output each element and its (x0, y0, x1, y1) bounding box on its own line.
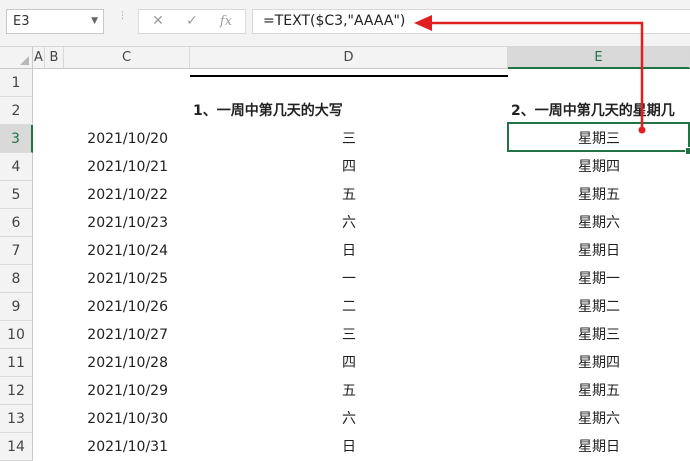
enter-icon[interactable]: ✓ (177, 10, 207, 33)
cell-e10[interactable]: 星期三 (508, 321, 690, 349)
spreadsheet-grid: A B C D E 1 2 1、一周中第几天的大写 2、一周中第几天的星期几 3 2021/10/2… (0, 47, 690, 461)
cell-e1[interactable] (508, 69, 690, 97)
row-header-11[interactable]: 11 (0, 349, 33, 377)
column-header-c[interactable]: C (64, 47, 190, 69)
cell-c12[interactable]: 2021/10/29 (64, 377, 190, 405)
cell-e6[interactable]: 星期六 (508, 209, 690, 237)
cell-e14[interactable]: 星期日 (508, 433, 690, 461)
row-header-4[interactable]: 4 (0, 153, 33, 181)
cell-c14[interactable]: 2021/10/31 (64, 433, 190, 461)
cell-d5[interactable]: 五 (190, 181, 508, 209)
cell-c13[interactable]: 2021/10/30 (64, 405, 190, 433)
row-header-6[interactable]: 6 (0, 209, 33, 237)
cell-c10[interactable]: 2021/10/27 (64, 321, 190, 349)
formula-input[interactable]: =TEXT($C3,"AAAA") (252, 9, 690, 34)
column-header-a[interactable]: A (33, 47, 45, 69)
formula-bar: E3 ▼ ⋮ ✕ ✓ fx =TEXT($C3,"AAAA") (0, 0, 690, 47)
cell-d11[interactable]: 四 (190, 349, 508, 377)
cell-d8[interactable]: 一 (190, 265, 508, 293)
cell-d1[interactable] (190, 69, 508, 97)
cell-c6[interactable]: 2021/10/23 (64, 209, 190, 237)
header-underline (190, 75, 508, 77)
row-header-2[interactable]: 2 (0, 97, 33, 125)
row-header-3[interactable]: 3 (0, 125, 33, 153)
cell-d9[interactable]: 二 (190, 293, 508, 321)
cell-d14[interactable]: 日 (190, 433, 508, 461)
cell-c5[interactable]: 2021/10/22 (64, 181, 190, 209)
name-box-value: E3 (13, 14, 30, 29)
row-header-9[interactable]: 9 (0, 293, 33, 321)
cell-c2[interactable] (64, 97, 190, 125)
cell-e4[interactable]: 星期四 (508, 153, 690, 181)
cell-c11[interactable]: 2021/10/28 (64, 349, 190, 377)
row-header-5[interactable]: 5 (0, 181, 33, 209)
cell-d6[interactable]: 六 (190, 209, 508, 237)
cell-d10[interactable]: 三 (190, 321, 508, 349)
cell-d3[interactable]: 三 (190, 125, 508, 153)
cell-d12[interactable]: 五 (190, 377, 508, 405)
cell-c4[interactable]: 2021/10/21 (64, 153, 190, 181)
select-all-triangle-icon (20, 56, 29, 65)
active-cell-border (507, 122, 690, 152)
cell-d13[interactable]: 六 (190, 405, 508, 433)
cell-c9[interactable]: 2021/10/26 (64, 293, 190, 321)
cell-c7[interactable]: 2021/10/24 (64, 237, 190, 265)
row-header-13[interactable]: 13 (0, 405, 33, 433)
cell-d7[interactable]: 日 (190, 237, 508, 265)
name-box[interactable]: E3 ▼ (6, 9, 104, 34)
column-header-e[interactable]: E (508, 47, 690, 69)
row-header-1[interactable]: 1 (0, 69, 33, 97)
cell-c8[interactable]: 2021/10/25 (64, 265, 190, 293)
row-header-7[interactable]: 7 (0, 237, 33, 265)
row-header-14[interactable]: 14 (0, 433, 33, 461)
row-header-12[interactable]: 12 (0, 377, 33, 405)
cell-e2[interactable]: 2、一周中第几天的星期几 (508, 97, 690, 125)
insert-function-button[interactable]: fx (211, 10, 241, 33)
cancel-icon[interactable]: ✕ (143, 10, 173, 33)
formula-buttons: ✕ ✓ fx (138, 9, 246, 34)
cell-e8[interactable]: 星期一 (508, 265, 690, 293)
cell-d2[interactable]: 1、一周中第几天的大写 (190, 97, 508, 125)
cell-e7[interactable]: 星期日 (508, 237, 690, 265)
chevron-down-icon[interactable]: ▼ (91, 10, 98, 33)
cell-e12[interactable]: 星期五 (508, 377, 690, 405)
cell-e5[interactable]: 星期五 (508, 181, 690, 209)
cell-c1[interactable] (64, 69, 190, 97)
column-header-b[interactable]: B (45, 47, 64, 69)
cell-d4[interactable]: 四 (190, 153, 508, 181)
cell-e11[interactable]: 星期四 (508, 349, 690, 377)
column-header-d[interactable]: D (190, 47, 508, 69)
cell-c3[interactable]: 2021/10/20 (64, 125, 190, 153)
row-header-10[interactable]: 10 (0, 321, 33, 349)
cell-e13[interactable]: 星期六 (508, 405, 690, 433)
cell-e9[interactable]: 星期二 (508, 293, 690, 321)
row-header-8[interactable]: 8 (0, 265, 33, 293)
drag-handle-icon[interactable]: ⋮ (118, 12, 127, 31)
fill-handle[interactable] (685, 147, 690, 155)
select-all-button[interactable] (0, 47, 33, 69)
